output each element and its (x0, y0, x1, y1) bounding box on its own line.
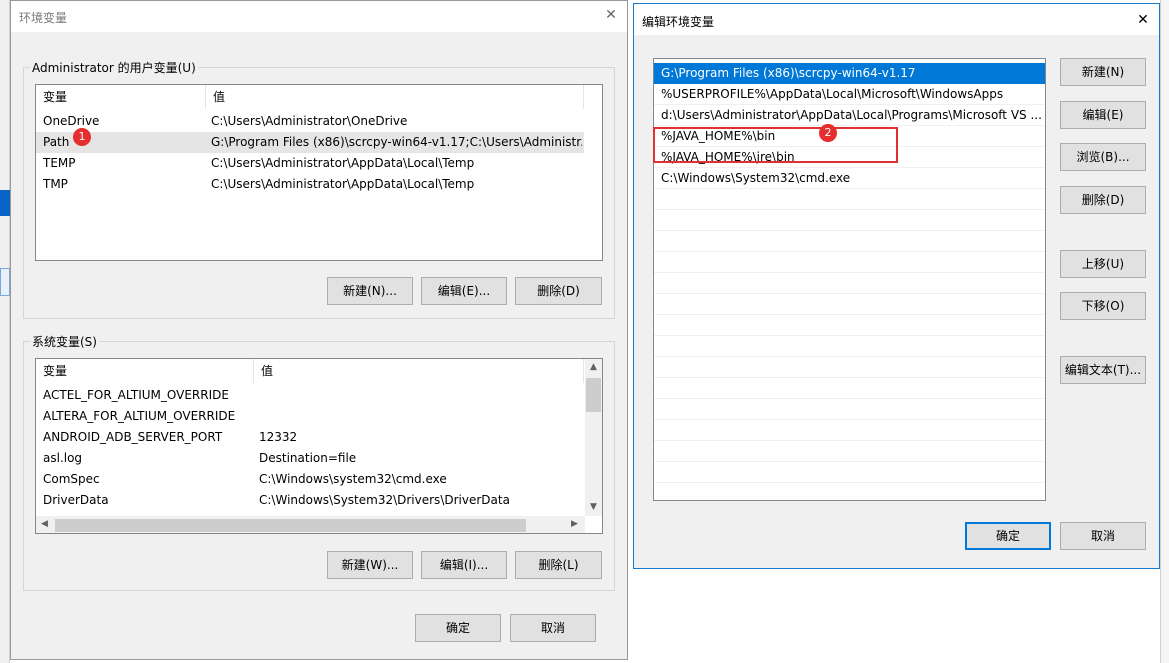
variable-name: ACTEL_FOR_ALTIUM_OVERRIDE (43, 388, 229, 402)
variable-value: C:\Windows\System32\Drivers\DriverData (259, 493, 510, 507)
scroll-up-icon[interactable]: ▲ (585, 359, 602, 376)
empty-row[interactable] (654, 315, 1045, 336)
variable-value: C:\Users\Administrator\AppData\Local\Tem… (211, 177, 475, 191)
background-window-edge-right (1160, 0, 1169, 663)
edit-button[interactable]: 编辑(E) (1060, 101, 1146, 129)
empty-row[interactable] (654, 210, 1045, 231)
list-header: 变量 值 (36, 85, 602, 109)
user-edit-button[interactable]: 编辑(E)... (421, 277, 507, 305)
variable-name: OneDrive (43, 114, 100, 128)
new-button[interactable]: 新建(N) (1060, 58, 1146, 86)
user-variables-list[interactable]: 变量 值 OneDrive C:\Users\Administrator\One… (35, 84, 603, 261)
variable-name: TMP (43, 177, 68, 191)
background-tab (0, 268, 10, 296)
empty-row[interactable] (654, 189, 1045, 210)
close-icon[interactable]: ✕ (603, 7, 619, 23)
list-item-selected[interactable]: G:\Program Files (x86)\scrcpy-win64-v1.1… (654, 63, 1045, 84)
edit-text-button[interactable]: 编辑文本(T)... (1060, 356, 1146, 384)
empty-row[interactable] (654, 441, 1045, 462)
scrollbar-thumb[interactable] (55, 519, 526, 532)
path-list[interactable]: G:\Program Files (x86)\scrcpy-win64-v1.1… (653, 58, 1046, 501)
system-new-button[interactable]: 新建(W)... (327, 551, 413, 579)
column-header-value[interactable]: 值 (254, 359, 584, 383)
table-row[interactable]: ALTERA_FOR_ALTIUM_OVERRIDE (36, 406, 584, 427)
ok-button[interactable]: 确定 (415, 614, 501, 642)
edit-environment-variable-dialog: 编辑环境变量 ✕ G:\Program Files (x86)\scrcpy-w… (633, 3, 1160, 569)
ok-button[interactable]: 确定 (965, 522, 1051, 550)
variable-value: C:\Windows\system32\cmd.exe (259, 472, 447, 486)
column-header-variable[interactable]: 变量 (36, 359, 254, 383)
system-variables-label: 系统变量(S) (30, 333, 99, 350)
scroll-left-icon[interactable]: ◀ (36, 516, 53, 533)
vertical-scrollbar[interactable]: ▲ ▼ (585, 359, 602, 516)
empty-row[interactable] (654, 252, 1045, 273)
list-item[interactable]: C:\Windows\System32\cmd.exe (654, 168, 1045, 189)
empty-row[interactable] (654, 378, 1045, 399)
table-row[interactable]: ACTEL_FOR_ALTIUM_OVERRIDE (36, 385, 584, 406)
annotation-badge-2: 2 (819, 124, 837, 142)
title-bar: 编辑环境变量 ✕ (634, 4, 1159, 35)
variable-name: asl.log (43, 451, 83, 465)
horizontal-scrollbar[interactable]: ◀ ▶ (36, 516, 585, 533)
list-item[interactable]: d:\Users\Administrator\AppData\Local\Pro… (654, 105, 1045, 126)
empty-row[interactable] (654, 294, 1045, 315)
user-delete-button[interactable]: 删除(D) (515, 277, 602, 305)
empty-row[interactable] (654, 420, 1045, 441)
empty-row[interactable] (654, 231, 1045, 252)
variable-value: C:\Users\Administrator\OneDrive (211, 114, 408, 128)
annotation-badge-1: 1 (73, 128, 91, 146)
system-edit-button[interactable]: 编辑(I)... (421, 551, 507, 579)
column-header-variable[interactable]: 变量 (36, 85, 206, 109)
variable-value: C:\Users\Administrator\AppData\Local\Tem… (211, 156, 475, 170)
variable-value: G:\Program Files (x86)\scrcpy-win64-v1.1… (211, 135, 582, 149)
title-bar: 环境变量 ✕ (11, 1, 627, 32)
empty-row[interactable] (654, 357, 1045, 378)
table-row[interactable]: ComSpec C:\Windows\system32\cmd.exe (36, 469, 584, 490)
move-down-button[interactable]: 下移(O) (1060, 292, 1146, 320)
cancel-button[interactable]: 取消 (510, 614, 596, 642)
variable-value: 12332 (259, 430, 298, 444)
list-header: 变量 值 (36, 359, 602, 383)
empty-row[interactable] (654, 462, 1045, 483)
system-delete-button[interactable]: 删除(L) (515, 551, 602, 579)
user-variables-label: Administrator 的用户变量(U) (30, 59, 198, 76)
variable-name: DriverData (43, 493, 109, 507)
annotation-highlight-box (653, 127, 898, 163)
environment-variables-dialog: 环境变量 ✕ Administrator 的用户变量(U) 变量 值 OneDr… (10, 0, 628, 660)
dialog-title: 编辑环境变量 (642, 15, 715, 29)
background-highlight (0, 190, 10, 216)
close-icon[interactable]: ✕ (1135, 12, 1151, 28)
table-row[interactable]: asl.log Destination=file (36, 448, 584, 469)
empty-row[interactable] (654, 336, 1045, 357)
table-row[interactable]: OneDrive C:\Users\Administrator\OneDrive (36, 111, 584, 132)
variable-name: TEMP (43, 156, 76, 170)
background-window-edge (0, 0, 10, 663)
table-row-selected[interactable]: Path G:\Program Files (x86)\scrcpy-win64… (36, 132, 584, 153)
browse-button[interactable]: 浏览(B)... (1060, 143, 1146, 171)
scroll-right-icon[interactable]: ▶ (566, 516, 583, 533)
column-header-value[interactable]: 值 (206, 85, 584, 109)
variable-name: ANDROID_ADB_SERVER_PORT (43, 430, 223, 444)
empty-row[interactable] (654, 273, 1045, 294)
cancel-button[interactable]: 取消 (1060, 522, 1146, 550)
empty-row[interactable] (654, 399, 1045, 420)
scrollbar-thumb[interactable] (586, 378, 601, 412)
variable-name: ALTERA_FOR_ALTIUM_OVERRIDE (43, 409, 236, 423)
system-variables-list[interactable]: 变量 值 ACTEL_FOR_ALTIUM_OVERRIDE ALTERA_FO… (35, 358, 603, 534)
user-new-button[interactable]: 新建(N)... (327, 277, 413, 305)
list-item[interactable]: %USERPROFILE%\AppData\Local\Microsoft\Wi… (654, 84, 1045, 105)
table-row[interactable]: DriverData C:\Windows\System32\Drivers\D… (36, 490, 584, 511)
table-row[interactable]: ANDROID_ADB_SERVER_PORT 12332 (36, 427, 584, 448)
table-row[interactable]: TEMP C:\Users\Administrator\AppData\Loca… (36, 153, 584, 174)
variable-name: Path (43, 135, 70, 149)
table-row[interactable]: TMP C:\Users\Administrator\AppData\Local… (36, 174, 584, 195)
variable-value: Destination=file (259, 451, 357, 465)
move-up-button[interactable]: 上移(U) (1060, 250, 1146, 278)
dialog-title: 环境变量 (19, 11, 68, 25)
scroll-down-icon[interactable]: ▼ (585, 499, 602, 516)
delete-button[interactable]: 删除(D) (1060, 186, 1146, 214)
variable-name: ComSpec (43, 472, 100, 486)
